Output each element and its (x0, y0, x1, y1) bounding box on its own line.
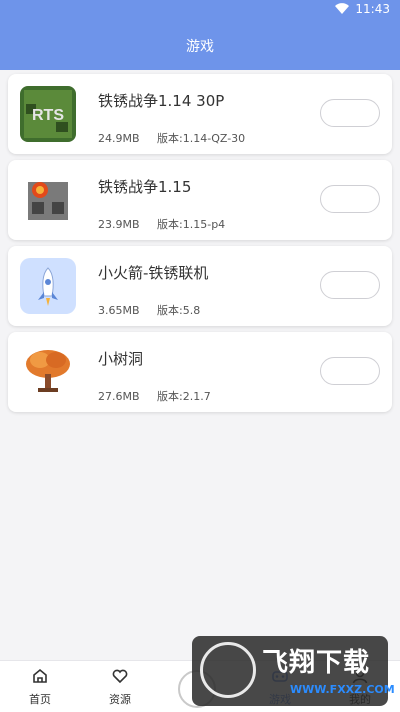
game-size: 24.9MB (98, 132, 140, 145)
nav-home-label: 首页 (29, 693, 51, 706)
app-header: 游戏 (0, 22, 400, 70)
game-name: 小树洞 (98, 350, 144, 368)
game-card[interactable]: 小树洞 27.6MB 版本:2.1.7 (8, 332, 392, 412)
game-toggle[interactable] (320, 99, 380, 127)
watermark-logo-icon (200, 642, 256, 698)
rocket-icon (20, 258, 76, 314)
game-name: 铁锈战争1.15 (98, 178, 192, 196)
wifi-icon (335, 3, 350, 15)
nav-home[interactable]: 首页 (10, 667, 70, 707)
watermark-overlay: 飞翔下载 WWW.FXXZ.COM (192, 636, 395, 706)
tree-icon (20, 344, 76, 400)
game-version: 版本:1.15-p4 (157, 218, 226, 231)
status-bar: 11:43 (0, 0, 400, 22)
heart-icon (112, 669, 128, 684)
game-version: 版本:2.1.7 (157, 390, 211, 403)
rts-icon: RTS (20, 86, 76, 142)
game-toggle[interactable] (320, 271, 380, 299)
home-icon (33, 668, 47, 683)
rusted-warfare-icon (20, 172, 76, 228)
game-meta: 27.6MB 版本:2.1.7 (98, 388, 211, 404)
game-toggle[interactable] (320, 185, 380, 213)
game-meta: 3.65MB 版本:5.8 (98, 302, 200, 318)
watermark-title: 飞翔下载 (262, 648, 371, 678)
page-title: 游戏 (186, 39, 214, 55)
game-size: 3.65MB (98, 304, 140, 317)
game-card[interactable]: 铁锈战争1.15 23.9MB 版本:1.15-p4 (8, 160, 392, 240)
game-toggle[interactable] (320, 357, 380, 385)
game-size: 27.6MB (98, 390, 140, 403)
nav-resources-label: 资源 (109, 693, 131, 706)
game-meta: 23.9MB 版本:1.15-p4 (98, 216, 225, 232)
game-card[interactable]: RTS 铁锈战争1.14 30P 24.9MB 版本:1.14-QZ-30 (8, 74, 392, 154)
game-version: 版本:5.8 (157, 304, 201, 317)
game-meta: 24.9MB 版本:1.14-QZ-30 (98, 130, 245, 146)
game-size: 23.9MB (98, 218, 140, 231)
svg-text:RTS: RTS (32, 107, 64, 124)
game-version: 版本:1.14-QZ-30 (157, 132, 246, 145)
watermark-url: WWW.FXXZ.COM (290, 683, 395, 696)
nav-resources[interactable]: 资源 (90, 667, 150, 707)
game-name: 小火箭-铁锈联机 (98, 264, 209, 282)
status-time: 11:43 (355, 2, 390, 16)
game-card[interactable]: 小火箭-铁锈联机 3.65MB 版本:5.8 (8, 246, 392, 326)
game-name: 铁锈战争1.14 30P (98, 92, 225, 110)
